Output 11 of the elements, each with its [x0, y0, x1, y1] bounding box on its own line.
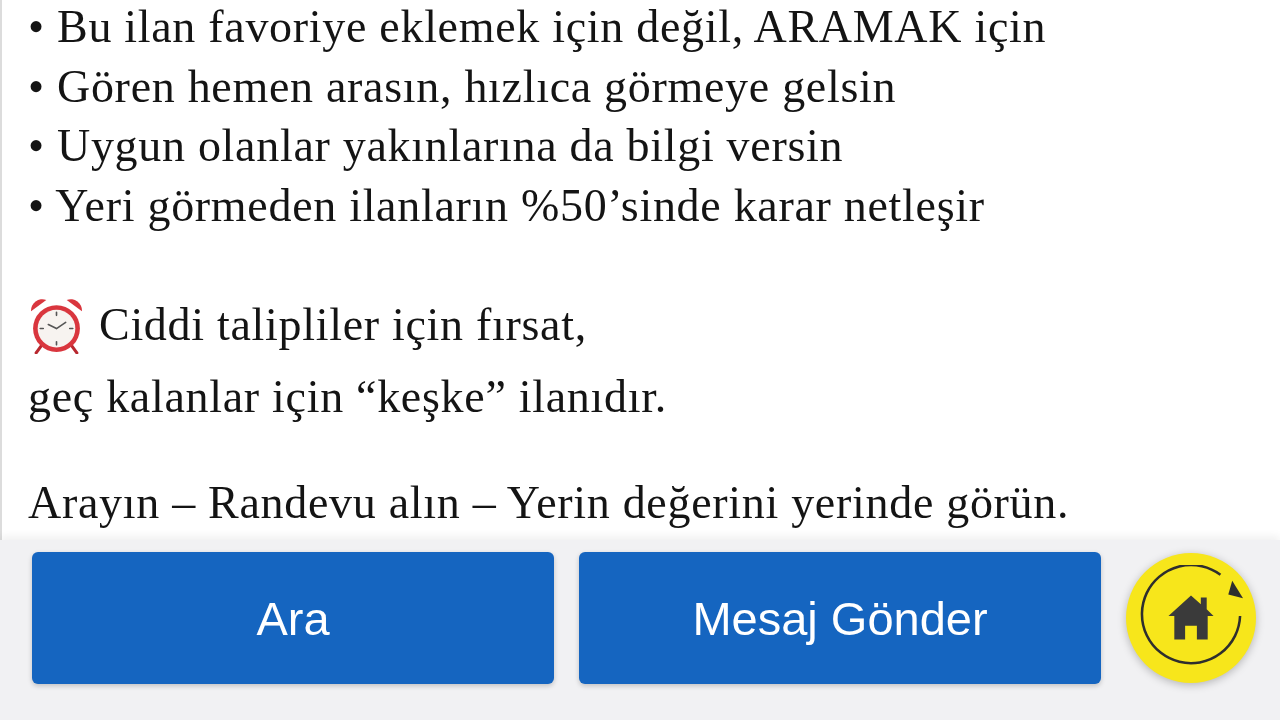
bullet-text: • Gören hemen arasın, hızlıca görmeye gelsin: [28, 59, 897, 114]
action-button[interactable]: Mesaj Gönder: [579, 552, 1101, 684]
home-button[interactable]: [1126, 553, 1256, 683]
alarm-clock-icon: [28, 296, 85, 354]
call-to-action-text: Arayın – Randevu alın – Yerin değerini yerinde görün.: [28, 476, 1070, 530]
bullet-text: • Yeri görmeden ilanların %50’sinde karar netleşir: [28, 178, 985, 233]
note-text: geç kalanlar için “keşke” ilanıdır.: [28, 370, 667, 424]
bullet-text: • Bu ilan favoriye eklemek için değil, ARAMAK için: [28, 0, 1047, 54]
bullet-text: • Uygun olanlar yakınlarına da bilgi versin: [28, 119, 844, 173]
note-text: Ciddi talipliler için fırsat,: [99, 298, 587, 352]
action-button[interactable]: Ara: [32, 552, 554, 684]
